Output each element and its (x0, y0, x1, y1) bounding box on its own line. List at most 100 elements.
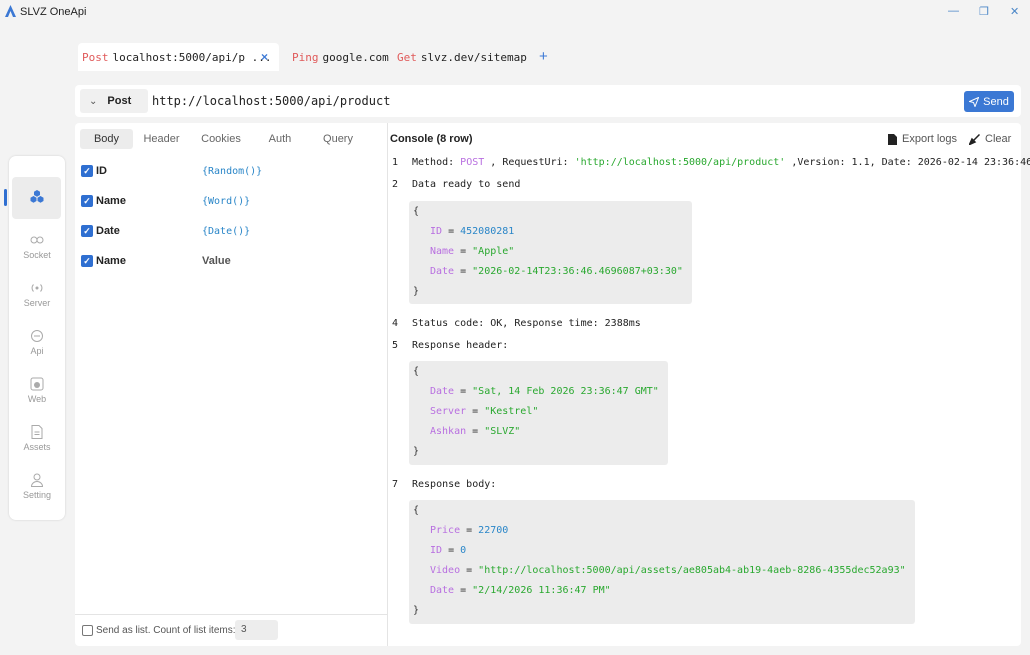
kv-row: Date = "Sat, 14 Feb 2026 23:36:47 GMT" (430, 386, 659, 397)
main-panel: Body Header Cookies Auth Query ✓ ID {Ran… (75, 123, 1030, 646)
param-checkbox[interactable]: ✓ (81, 225, 93, 237)
send-as-list-checkbox[interactable] (82, 625, 93, 636)
kv-eq: = (466, 406, 485, 417)
param-name[interactable]: Name (96, 195, 126, 207)
tab-header[interactable]: Header (133, 129, 190, 149)
param-name[interactable]: Date (96, 225, 120, 237)
line-text: Response body: (412, 479, 497, 490)
kv-eq: = (460, 525, 479, 536)
tab-query[interactable]: Query (308, 129, 368, 149)
param-name[interactable]: Name (96, 255, 126, 267)
response-header-block: { Date = "Sat, 14 Feb 2026 23:36:47 GMT"… (409, 361, 668, 465)
kv-value: "Apple" (472, 246, 515, 257)
clear-button[interactable]: Clear (969, 133, 1011, 145)
param-checkbox[interactable]: ✓ (81, 165, 93, 177)
line-text: Method: (412, 157, 461, 168)
kv-key: Video (430, 565, 461, 576)
open-brace: { (413, 366, 420, 377)
kv-value: "Sat, 14 Feb 2026 23:36:47 GMT" (472, 386, 659, 397)
tab-url: google.com (322, 50, 389, 64)
console-line: 1 Method: POST , RequestUri: 'http://loca… (392, 157, 1030, 168)
param-name[interactable]: ID (96, 165, 107, 177)
param-row: ✓ Name {Word()} (81, 193, 250, 209)
param-checkbox[interactable]: ✓ (81, 255, 93, 267)
line-text: Response header: (412, 340, 509, 351)
list-count-input[interactable]: 3 (235, 620, 278, 640)
send-label: Send (983, 95, 1009, 108)
console-line: 2 Data ready to send (392, 179, 520, 190)
request-tab[interactable]: Get slvz.dev/sitemap (397, 43, 527, 71)
tab-close-icon[interactable]: × (261, 50, 268, 64)
param-value[interactable]: {Date()} (202, 226, 250, 237)
minimize-icon[interactable]: — (948, 5, 959, 17)
kv-key: Price (430, 525, 461, 536)
kv-eq: = (454, 246, 473, 257)
nav-item-web[interactable]: Web (9, 369, 65, 411)
kv-value: "Kestrel" (484, 406, 539, 417)
kv-value: 0 (460, 545, 467, 556)
send-icon (969, 96, 980, 107)
title-bar: SLVZ OneApi — ❐ ✕ (0, 0, 1030, 24)
close-brace: } (413, 605, 420, 616)
socket-icon (30, 236, 44, 244)
nav-label: Api (30, 346, 44, 356)
kv-key: Server (430, 406, 467, 417)
url-input[interactable]: http://localhost:5000/api/product (152, 94, 390, 108)
tab-auth[interactable]: Auth (252, 129, 308, 149)
clear-label: Clear (985, 133, 1012, 145)
app-logo-icon (5, 5, 16, 17)
send-button[interactable]: Send (964, 91, 1014, 112)
close-brace: } (413, 446, 420, 457)
line-number: 1 (392, 157, 399, 168)
app-title: SLVZ OneApi (20, 6, 87, 18)
nav-item-setting[interactable]: Setting (9, 465, 65, 507)
close-brace: } (413, 286, 420, 297)
kv-eq: = (454, 386, 473, 397)
open-brace: { (413, 206, 420, 217)
nav-label: Setting (22, 490, 52, 500)
kv-key: Date (430, 585, 455, 596)
line-number: 2 (392, 179, 399, 190)
request-tab[interactable]: Ping google.com (292, 43, 389, 71)
method-select[interactable]: ⌄ Post (80, 89, 148, 113)
nav-item-api[interactable]: Api (9, 321, 65, 363)
kv-row: Price = 22700 (430, 525, 508, 536)
param-row: ✓ ID {Random()} (81, 163, 262, 179)
restore-icon[interactable]: ❐ (979, 5, 989, 18)
kv-row: Date = "2026-02-14T23:36:46.4696087+03:3… (430, 266, 683, 277)
export-logs-button[interactable]: Export logs (888, 133, 957, 145)
close-window-icon[interactable]: ✕ (1010, 5, 1019, 18)
kv-row: Ashkan = "SLVZ" (430, 426, 520, 437)
line-number: 4 (392, 318, 399, 329)
kv-value: 22700 (478, 525, 509, 536)
kv-key: Date (430, 266, 455, 277)
param-value[interactable]: {Word()} (202, 196, 250, 207)
nav-label: Socket (23, 250, 51, 260)
response-body-block: { Price = 22700 ID = 0 Video = "http://l… (409, 500, 915, 624)
line-uri: 'http://localhost:5000/api/product' (574, 157, 786, 168)
tab-body[interactable]: Body (80, 129, 133, 149)
add-tab-button[interactable]: + (539, 48, 548, 65)
nav-item-assets[interactable]: Assets (9, 417, 65, 459)
nav-item-server[interactable]: Server (9, 273, 65, 315)
nav-item-home[interactable] (12, 177, 61, 219)
console-line: 7 Response body: (392, 479, 496, 490)
kv-key: Ashkan (430, 426, 467, 437)
kv-row: Name = "Apple" (430, 246, 514, 257)
kv-row: Date = "2/14/2026 11:36:47 PM" (430, 585, 611, 596)
nav-item-socket[interactable]: Socket (9, 225, 65, 267)
param-checkbox[interactable]: ✓ (81, 195, 93, 207)
param-value[interactable]: Value (202, 255, 231, 267)
kv-row: ID = 0 (430, 545, 466, 556)
param-value[interactable]: {Random()} (202, 166, 262, 177)
tab-cookies[interactable]: Cookies (190, 129, 252, 149)
send-as-list: Send as list. Count of list items: 3 (75, 614, 388, 646)
request-subtabs: Body Header Cookies Auth Query (80, 129, 368, 149)
request-tab[interactable]: Post localhost:5000/api/p ... × (78, 43, 279, 71)
nav-label: Web (27, 394, 47, 404)
export-logs-label: Export logs (902, 133, 958, 145)
kv-value: "SLVZ" (484, 426, 521, 437)
kv-value: 452080281 (460, 226, 515, 237)
tab-method: Get (397, 50, 417, 64)
kv-eq: = (466, 426, 485, 437)
